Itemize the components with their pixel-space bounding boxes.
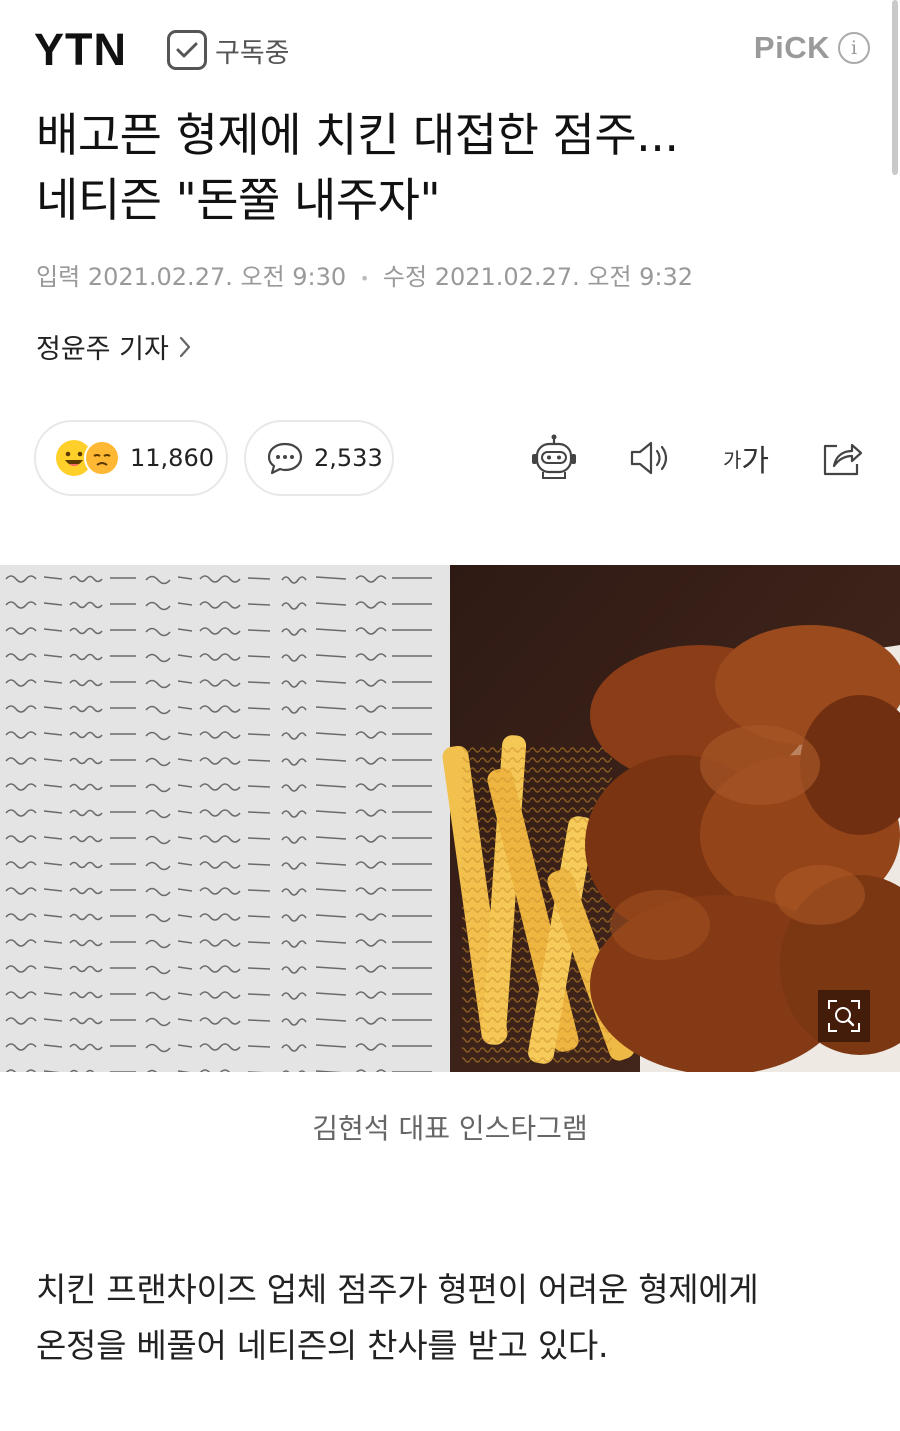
robot-summary-icon[interactable] xyxy=(528,430,580,486)
press-logo[interactable]: YTN xyxy=(34,24,127,76)
press-header: YTN 구독중 PiCK i xyxy=(0,0,900,100)
article-photo[interactable] xyxy=(0,565,900,1072)
modified-label: 수정 xyxy=(382,263,428,291)
article-dates: 입력 2021.02.27. 오전 9:30 • 수정 2021.02.27. … xyxy=(36,257,693,292)
comment-bubble-icon xyxy=(267,442,303,475)
body-line-1: 치킨 프랜차이즈 업체 점주가 형편이 어려운 형제에게 xyxy=(36,1270,759,1309)
body-line-2: 온정을 베풀어 네티즌의 찬사를 받고 있다. xyxy=(36,1326,609,1365)
sad-emoji-icon xyxy=(84,440,120,476)
comment-button[interactable]: 2,533 xyxy=(244,420,394,496)
pick-label: PiCK xyxy=(753,30,830,65)
share-icon[interactable] xyxy=(816,430,868,486)
font-small-glyph: 가 xyxy=(722,447,742,472)
check-icon xyxy=(167,30,207,70)
article-body: 치킨 프랜차이즈 업체 점주가 형편이 어려운 형제에게 온정을 베풀어 네티즌… xyxy=(36,1262,876,1374)
photo-caption: 김현석 대표 인스타그램 xyxy=(312,1112,588,1145)
title-line-2: 네티즌 "돈쭐 내주자" xyxy=(36,173,441,227)
font-large-glyph: 가 xyxy=(741,444,769,479)
font-size-icon[interactable]: 가가 xyxy=(720,430,772,486)
modified-date: 2021.02.27. 오전 9:32 xyxy=(434,263,694,291)
subscribe-button[interactable]: 구독중 xyxy=(167,30,290,70)
title-line-1: 배고픈 형제에 치킨 대접한 점주... xyxy=(36,108,679,162)
published-date: 2021.02.27. 오전 9:30 xyxy=(87,263,347,291)
chevron-right-icon xyxy=(179,336,190,357)
article-title: 배고픈 형제에 치킨 대접한 점주... 네티즌 "돈쭐 내주자" xyxy=(36,103,876,233)
reaction-count: 11,860 xyxy=(130,444,214,472)
reporter-name: 정윤주 기자 xyxy=(36,334,169,365)
handwriting xyxy=(0,565,450,1072)
pick-badge[interactable]: PiCK i xyxy=(754,30,870,66)
published-label: 입력 xyxy=(36,263,81,291)
info-icon[interactable]: i xyxy=(838,32,870,64)
date-separator: • xyxy=(359,268,370,288)
zoom-icon[interactable] xyxy=(818,990,870,1042)
reporter-link[interactable]: 정윤주 기자 xyxy=(36,327,191,366)
comment-count: 2,533 xyxy=(314,444,383,472)
speaker-icon[interactable] xyxy=(624,430,676,486)
article-toolbar: 가가 xyxy=(528,430,868,486)
reaction-button[interactable]: 11,860 xyxy=(34,420,228,496)
subscribe-label: 구독중 xyxy=(215,37,290,69)
